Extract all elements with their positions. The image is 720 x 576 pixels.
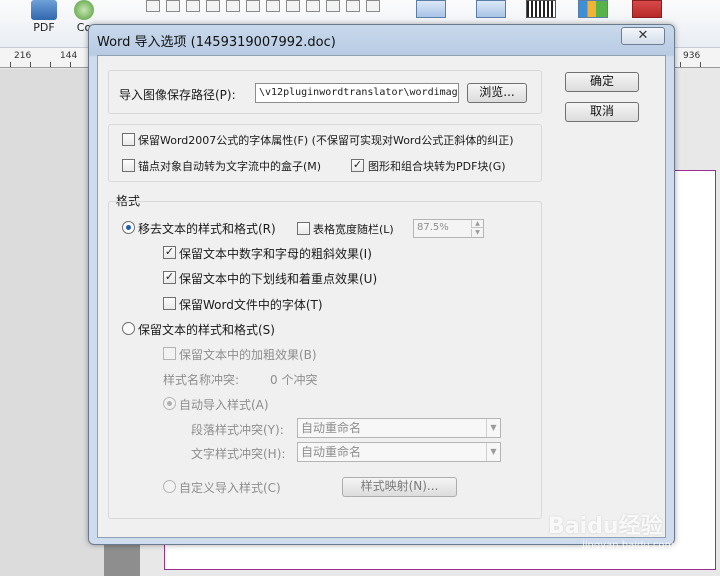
custom-import-radio[interactable] — [163, 480, 176, 493]
co-icon — [74, 0, 94, 20]
workspace-dark-block — [104, 540, 140, 576]
graphics-to-pdf-label: 图形和组合块转为PDF块(G) — [368, 160, 506, 173]
check-icon: ✓ — [352, 158, 363, 171]
cancel-button[interactable]: 取消 — [565, 102, 639, 122]
ok-button[interactable]: 确定 — [565, 72, 639, 92]
mini-tool-icon[interactable] — [306, 0, 320, 12]
ruler-tick — [30, 62, 31, 67]
image-path-input[interactable]: \v12pluginwordtranslator\wordimage\ — [255, 83, 459, 103]
pdf-icon — [31, 0, 57, 20]
char-conflict-select[interactable]: 自动重命名 ▼ — [297, 442, 501, 462]
custom-import-label: 自定义导入样式(C) — [179, 481, 281, 495]
ruler-mark-144: 144 — [60, 51, 78, 61]
keep-bold-italic-checkbox[interactable]: ✓ — [163, 246, 176, 259]
ruler-tick — [680, 62, 681, 67]
table-width-value: 87.5% — [417, 222, 449, 233]
mini-tool-icon[interactable] — [166, 0, 180, 12]
table-width-label: 表格宽度随栏(L) — [313, 223, 394, 236]
image-path-group: 导入图像保存路径(P): \v12pluginwordtranslator\wo… — [108, 70, 542, 114]
browse-button[interactable]: 浏览... — [467, 83, 527, 103]
char-conflict-value: 自动重命名 — [301, 445, 362, 459]
mini-tool-icon[interactable] — [366, 0, 380, 12]
word-import-dialog: Word 导入选项 (1459319007992.doc) ✕ 导入图像保存路径… — [88, 24, 675, 545]
mini-tool-icon[interactable] — [186, 0, 200, 12]
keep-word2007-formula-checkbox[interactable] — [122, 133, 135, 146]
char-conflict-label: 文字样式冲突(H): — [191, 447, 286, 461]
style-map-button[interactable]: 样式映射(N)... — [342, 477, 457, 497]
para-conflict-label: 段落样式冲突(Y): — [191, 423, 284, 437]
remove-styles-label: 移去文本的样式和格式(R) — [138, 222, 276, 236]
gift-icon[interactable] — [632, 0, 662, 18]
mini-tool-icon[interactable] — [326, 0, 340, 12]
chevron-down-icon: ▼ — [486, 419, 500, 437]
dialog-titlebar[interactable]: Word 导入选项 (1459319007992.doc) ✕ — [89, 25, 674, 53]
keep-word2007-formula-label: 保留Word2007公式的字体属性(F) (不保留可实现对Word公式正斜体的纠… — [138, 134, 514, 147]
ruler-tick — [10, 62, 11, 67]
close-button[interactable]: ✕ — [621, 27, 665, 45]
baidu-watermark: Baidu经验 — [548, 514, 663, 539]
dialog-title: Word 导入选项 (1459319007992.doc) — [97, 35, 336, 50]
keep-word-font-label: 保留Word文件中的字体(T) — [179, 298, 323, 312]
format-group: 移去文本的样式和格式(R) 表格宽度随栏(L) 87.5% ▲ ▼ ✓ 保留文本… — [108, 201, 542, 519]
mini-tool-icon[interactable] — [346, 0, 360, 12]
options-group: 保留Word2007公式的字体属性(F) (不保留可实现对Word公式正斜体的纠… — [108, 124, 542, 182]
pdf-tool-button[interactable]: PDF — [24, 0, 64, 46]
dialog-client-area: 导入图像保存路径(P): \v12pluginwordtranslator\wo… — [97, 55, 666, 538]
ruler-tick — [700, 62, 701, 67]
pdf-tool-label: PDF — [33, 21, 55, 34]
keep-styles-radio[interactable] — [122, 322, 135, 335]
close-icon: ✕ — [637, 28, 649, 43]
check-icon: ✓ — [164, 245, 175, 258]
mini-tool-icon[interactable] — [246, 0, 260, 12]
keep-underline-label: 保留文本中的下划线和着重点效果(U) — [179, 272, 378, 286]
spin-up-icon[interactable]: ▲ — [471, 220, 483, 228]
remove-styles-radio[interactable] — [122, 221, 135, 234]
mini-tool-icon[interactable] — [286, 0, 300, 12]
chevron-down-icon: ▼ — [486, 443, 500, 461]
ruler-tick — [50, 62, 51, 67]
mini-tool-icon[interactable] — [226, 0, 240, 12]
mini-tool-icon[interactable] — [206, 0, 220, 12]
ruler-mark-216: 216 — [14, 51, 32, 61]
mini-tool-strip — [146, 0, 396, 16]
ruler-mark-936: 936 — [683, 51, 701, 61]
table-format-icon[interactable] — [476, 0, 506, 18]
mini-tool-icon[interactable] — [146, 0, 160, 12]
graphics-to-pdf-checkbox[interactable]: ✓ — [351, 159, 364, 172]
keep-underline-checkbox[interactable]: ✓ — [163, 271, 176, 284]
style-conflict-value: 0 个冲突 — [270, 373, 318, 387]
keep-word-font-checkbox[interactable] — [163, 297, 176, 310]
auto-import-radio[interactable] — [163, 397, 176, 410]
ruler-tick — [70, 62, 71, 67]
paste-number-icon[interactable] — [416, 0, 446, 18]
style-conflict-label: 样式名称冲突: — [163, 373, 240, 387]
spin-down-icon[interactable]: ▼ — [471, 229, 483, 237]
para-conflict-value: 自动重命名 — [301, 421, 362, 435]
chart-icon[interactable] — [578, 0, 608, 18]
keep-bold-checkbox[interactable] — [163, 347, 176, 360]
barcode-icon[interactable] — [526, 0, 556, 18]
baidu-watermark-url: jingyan.baidu.com — [582, 540, 675, 551]
table-width-spinner[interactable]: 87.5% ▲ ▼ — [413, 219, 484, 238]
anchor-to-box-label: 锚点对象自动转为文字流中的盒子(M) — [138, 160, 322, 173]
image-path-label: 导入图像保存路径(P): — [119, 88, 236, 102]
mini-tool-icon[interactable] — [266, 0, 280, 12]
auto-import-label: 自动导入样式(A) — [179, 398, 269, 412]
anchor-to-box-checkbox[interactable] — [122, 159, 135, 172]
check-icon: ✓ — [164, 270, 175, 283]
table-width-checkbox[interactable] — [297, 222, 310, 235]
keep-styles-label: 保留文本的样式和格式(S) — [138, 323, 275, 337]
keep-bold-italic-label: 保留文本中数字和字母的粗斜效果(I) — [179, 247, 372, 261]
para-conflict-select[interactable]: 自动重命名 ▼ — [297, 418, 501, 438]
keep-bold-label: 保留文本中的加粗效果(B) — [179, 348, 317, 362]
